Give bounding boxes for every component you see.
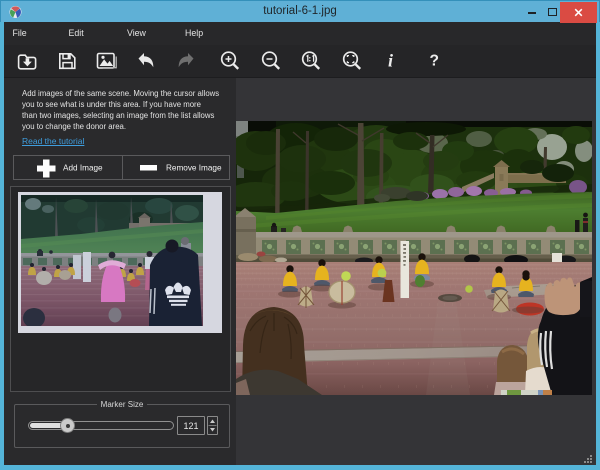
svg-text:?: ? xyxy=(430,53,439,70)
svg-text:i: i xyxy=(388,51,393,71)
svg-text:Remove Image: Remove Image xyxy=(166,164,222,173)
svg-text:Add Image: Add Image xyxy=(63,164,103,173)
